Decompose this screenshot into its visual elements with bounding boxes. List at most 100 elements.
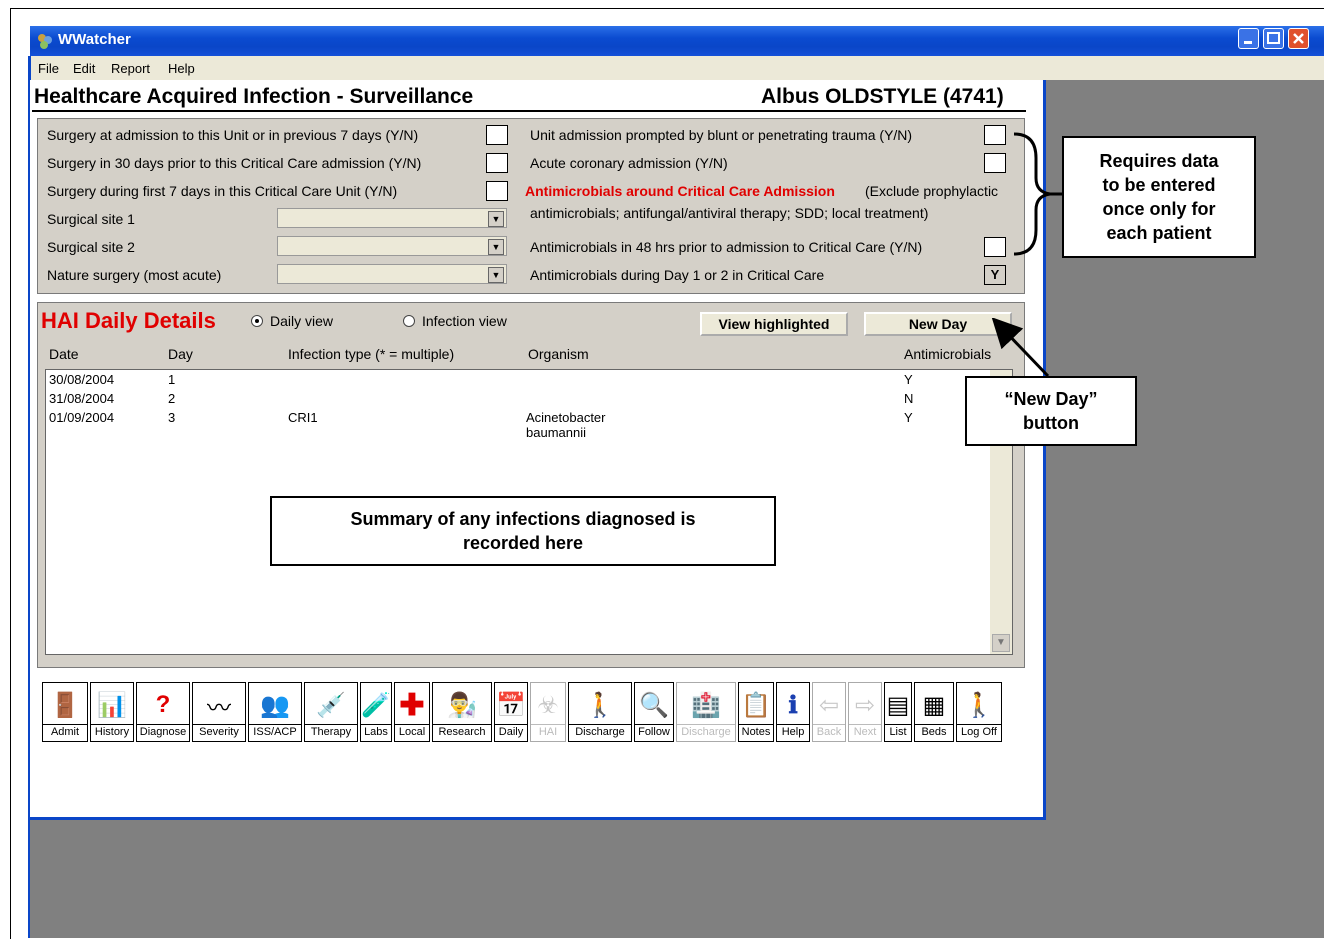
cell-antimicrobials: N	[904, 391, 914, 406]
surgery-at-admission-label: Surgery at admission to this Unit or in …	[47, 127, 419, 143]
toolbar-button-label: HAI	[531, 724, 565, 741]
callout-line: each patient	[1106, 223, 1212, 243]
surgery-at-admission-checkbox[interactable]	[486, 125, 508, 145]
toolbar-button-follow[interactable]: 🔍 Follow	[634, 682, 674, 742]
toolbar-button-label: Labs	[361, 724, 391, 741]
toolbar-button-label: Discharge	[677, 724, 735, 741]
toolbar-button-discharge[interactable]: 🚶 Discharge	[568, 682, 632, 742]
toolbar-button-notes[interactable]: 📋 Notes	[738, 682, 774, 742]
toolbar-button-next: ⇨ Next	[848, 682, 882, 742]
antimicrobials-note-2: antimicrobials; antifungal/antiviral the…	[530, 205, 929, 221]
nature-surgery-select[interactable]	[277, 264, 507, 284]
toolbar-button-label: History	[91, 724, 133, 741]
callout-line: Requires data	[1099, 151, 1219, 171]
toolbar-button-log-off[interactable]: 🚶 Log Off	[956, 682, 1002, 742]
cell-antimicrobials: Y	[904, 372, 913, 387]
app-icon	[36, 32, 54, 50]
toolbar-button-label: Follow	[635, 724, 673, 741]
infection-view-label[interactable]: Infection view	[422, 313, 507, 329]
toolbar-button-label: List	[885, 724, 911, 741]
column-date: Date	[49, 346, 79, 362]
title-bar	[30, 26, 1324, 56]
arrow-pointer	[991, 318, 1050, 378]
hai-icon: ☣	[537, 691, 559, 719]
toolbar-button-labs[interactable]: 🧪 Labs	[360, 682, 392, 742]
daily-icon: 📅	[496, 691, 526, 719]
history-icon: 📊	[97, 691, 127, 719]
toolbar-button-beds[interactable]: ▦ Beds	[914, 682, 954, 742]
callout-new-day: “New Day” button	[965, 376, 1137, 446]
menu-edit[interactable]: Edit	[73, 61, 95, 76]
surgery-30-days-checkbox[interactable]	[486, 153, 508, 173]
toolbar-button-label: Severity	[193, 724, 245, 741]
surgery-30-days-label: Surgery in 30 days prior to this Critica…	[47, 155, 422, 171]
toolbar-button-label: Beds	[915, 724, 953, 741]
cell-infection: CRI1	[288, 410, 318, 425]
log-off-icon: 🚶	[964, 691, 994, 719]
column-organism: Organism	[528, 346, 589, 362]
toolbar-button-research[interactable]: 👨‍🔬 Research	[432, 682, 492, 742]
toolbar-button-list[interactable]: ▤ List	[884, 682, 912, 742]
toolbar-button-daily[interactable]: 📅 Daily	[494, 682, 528, 742]
menu-report[interactable]: Report	[111, 61, 150, 76]
antimicrobials-day12-value[interactable]: Y	[984, 265, 1006, 285]
chevron-down-icon[interactable]: ▼	[488, 267, 504, 283]
diagnose-icon: ?	[155, 691, 171, 718]
scroll-down-icon[interactable]: ▼	[992, 634, 1010, 652]
toolbar-button-severity[interactable]: 〰 Severity	[192, 682, 246, 742]
antimicrobials-note: (Exclude prophylactic	[865, 183, 999, 199]
trauma-admission-checkbox[interactable]	[984, 125, 1006, 145]
column-day: Day	[168, 346, 193, 362]
toolbar-button-label: Back	[813, 724, 845, 741]
surgery-first-7-days-checkbox[interactable]	[486, 181, 508, 201]
toolbar-button-admit[interactable]: 🚪 Admit	[42, 682, 88, 742]
daily-details-title: HAI Daily Details	[41, 308, 216, 333]
close-button[interactable]	[1288, 28, 1309, 49]
notes-icon: 📋	[741, 691, 771, 719]
infection-view-radio[interactable]	[403, 315, 415, 327]
chevron-down-icon[interactable]: ▼	[488, 239, 504, 255]
toolbar-button-therapy[interactable]: 💉 Therapy	[304, 682, 358, 742]
follow-icon: 🔍	[639, 691, 669, 719]
brace-connector	[1013, 132, 1064, 256]
coronary-admission-checkbox[interactable]	[984, 153, 1006, 173]
maximize-button[interactable]	[1263, 28, 1284, 49]
toolbar-button-local[interactable]: ✚ Local	[394, 682, 430, 742]
daily-view-radio[interactable]	[251, 315, 263, 327]
cell-organism: Acinetobacter baumannii	[526, 410, 606, 440]
toolbar-button-label: Admit	[43, 724, 87, 741]
daily-view-label[interactable]: Daily view	[270, 313, 333, 329]
research-icon: 👨‍🔬	[447, 691, 477, 719]
callout-line: recorded here	[462, 533, 584, 553]
surgical-site-1-select[interactable]	[277, 208, 507, 228]
menu-help[interactable]: Help	[168, 61, 195, 76]
page-title: Healthcare Acquired Infection - Surveill…	[34, 85, 474, 108]
surgical-site-2-label: Surgical site 2	[47, 239, 135, 255]
callout-requires-data: Requires data to be entered once only fo…	[1062, 136, 1256, 258]
toolbar-button-history[interactable]: 📊 History	[90, 682, 134, 742]
toolbar-button-label: Diagnose	[137, 724, 189, 741]
toolbar-button-diagnose[interactable]: ? Diagnose	[136, 682, 190, 742]
toolbar-button-label: Next	[849, 724, 881, 741]
view-highlighted-button[interactable]: View highlighted	[700, 312, 848, 336]
callout-summary: Summary of any infections diagnosed is r…	[270, 496, 776, 566]
menu-file[interactable]: File	[38, 61, 59, 76]
antimicrobials-prior-48hrs-checkbox[interactable]	[984, 237, 1006, 257]
coronary-admission-label: Acute coronary admission (Y/N)	[530, 155, 728, 171]
mdi-background-lower	[30, 820, 1046, 938]
iss-acp-icon: 👥	[260, 691, 290, 719]
antimicrobials-prior-48hrs-label: Antimicrobials in 48 hrs prior to admiss…	[530, 239, 923, 255]
chevron-down-icon[interactable]: ▼	[488, 211, 504, 227]
surgical-site-2-select[interactable]	[277, 236, 507, 256]
antimicrobials-day12-label: Antimicrobials during Day 1 or 2 in Crit…	[530, 267, 825, 283]
nature-surgery-label: Nature surgery (most acute)	[47, 267, 222, 283]
toolbar-button-help[interactable]: ℹ Help	[776, 682, 810, 742]
toolbar-button-iss-acp[interactable]: 👥 ISS/ACP	[248, 682, 302, 742]
next-arrow-icon: ⇨	[854, 691, 876, 719]
cell-date: 30/08/2004	[49, 372, 115, 387]
toolbar-button-label: ISS/ACP	[249, 724, 301, 741]
toolbar-button-label: Daily	[495, 724, 527, 741]
toolbar-button-label: Local	[395, 724, 429, 741]
minimize-button[interactable]	[1238, 28, 1259, 49]
help-icon: ℹ	[788, 691, 798, 719]
